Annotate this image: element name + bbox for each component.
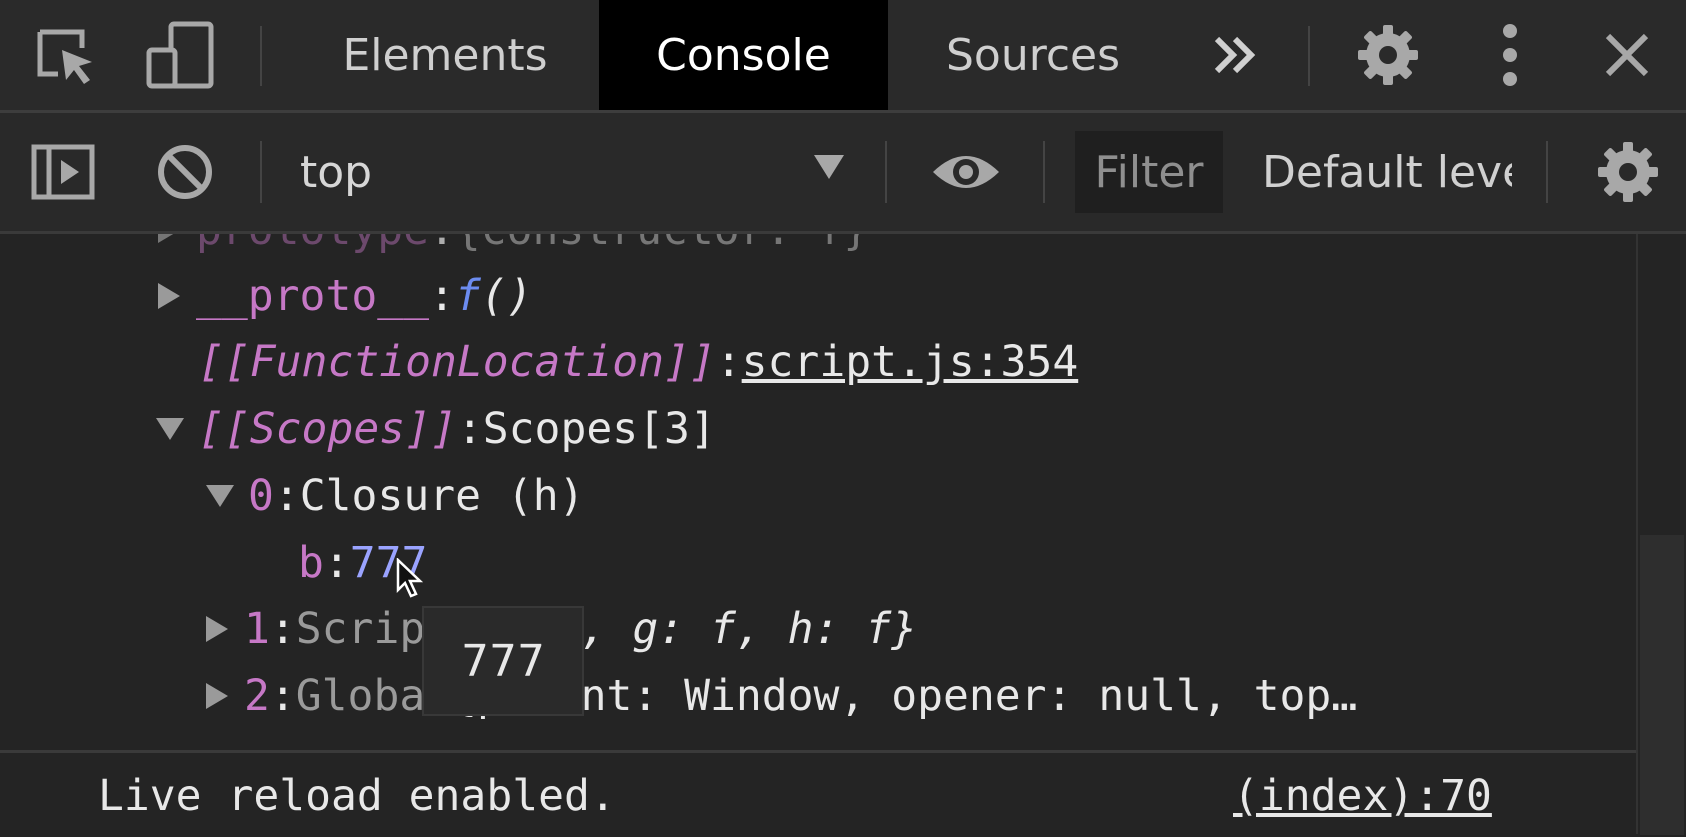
expand-triangle-icon[interactable] [158,283,180,309]
context-selector[interactable]: top [300,113,372,231]
object-property-row[interactable]: [[Scopes]]: Scopes[3] [156,396,716,462]
devtools-tabbar: Elements Console Sources [0,0,1686,113]
tab-sources[interactable]: Sources [928,0,1138,110]
inspect-element-icon[interactable] [30,0,100,110]
tab-console[interactable]: Console [599,0,888,110]
expand-triangle-icon[interactable] [206,683,228,709]
collapse-triangle-icon[interactable] [206,485,234,507]
log-levels-dropdown[interactable]: Default levels [1262,113,1512,231]
log-source-link[interactable]: (index):70 [1233,771,1492,821]
console-toolbar: top Filter Default levels [0,113,1686,234]
more-tabs-icon[interactable] [1200,0,1270,110]
tab-elements[interactable]: Elements [322,0,568,110]
chevron-down-icon[interactable] [812,153,846,185]
expand-triangle-icon[interactable] [158,234,180,243]
close-icon[interactable] [1595,0,1659,110]
clear-console-icon[interactable] [150,113,220,231]
scope-row[interactable]: 2: Global {parent: Window, opener: null,… [206,663,1518,729]
console-output: prototype: {constructor: f} __proto__: f… [0,234,1636,750]
expand-triangle-icon[interactable] [206,616,228,642]
toolbar-divider [260,141,262,203]
toolbar-divider [1546,141,1548,203]
object-property-row[interactable]: __proto__: f () [158,263,533,329]
object-property-row[interactable]: prototype: {constructor: f} [158,234,869,263]
toolbar-divider [1308,26,1310,86]
toolbar-divider [260,26,262,86]
object-property-row: [[FunctionLocation]]: script.js:354 [198,337,1079,387]
toolbar-divider [1043,141,1045,203]
console-message-row: Live reload enabled. (index):70 [0,750,1636,837]
log-message: Live reload enabled. [98,771,616,821]
collapse-triangle-icon[interactable] [156,418,184,440]
live-expression-eye-icon[interactable] [928,113,1004,231]
settings-gear-icon[interactable] [1350,0,1426,110]
console-settings-gear-icon[interactable] [1590,113,1666,231]
kebab-menu-icon[interactable] [1480,0,1540,110]
filter-input[interactable]: Filter [1075,131,1223,213]
toolbar-divider [885,141,887,203]
value-tooltip: 777 [422,606,584,716]
function-location-link[interactable]: script.js:354 [742,337,1079,387]
mouse-cursor-icon [396,557,424,602]
device-toolbar-icon[interactable] [140,0,220,110]
scope-row[interactable]: 0: Closure (h) [206,463,585,529]
show-sidebar-icon[interactable] [28,113,98,231]
console-scrollbar-thumb[interactable] [1640,535,1684,835]
